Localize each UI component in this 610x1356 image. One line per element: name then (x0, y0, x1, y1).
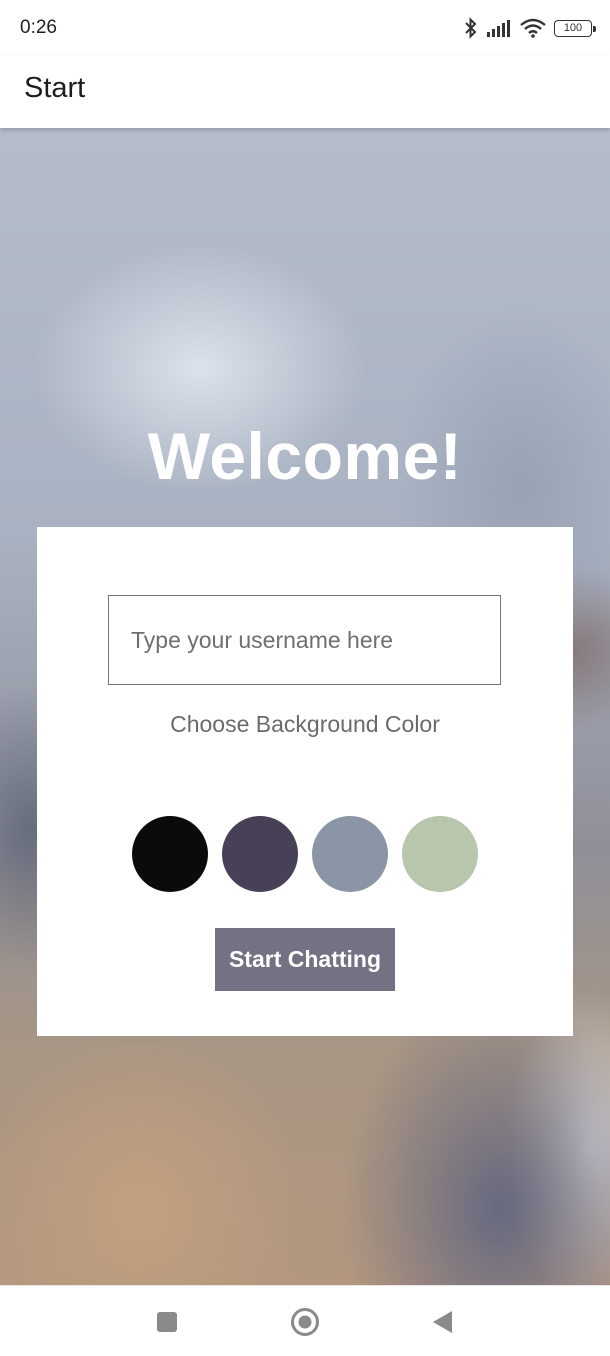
status-time: 0:26 (20, 17, 57, 38)
welcome-heading: Welcome! (147, 419, 463, 493)
page-title: Start (24, 72, 86, 104)
choose-color-label: Choose Background Color (170, 711, 440, 737)
color-swatch-green[interactable] (402, 816, 478, 892)
wifi-icon (520, 18, 546, 38)
app-bar: Start (0, 56, 610, 128)
color-swatch-gray-blue[interactable] (312, 816, 388, 892)
bluetooth-icon (464, 17, 478, 39)
color-swatch-black[interactable] (132, 816, 208, 892)
battery-level: 100 (563, 22, 583, 34)
navigation-bar (0, 1285, 610, 1356)
back-icon[interactable] (426, 1306, 458, 1338)
start-card: Choose Background Color Start Chatting (37, 527, 573, 1036)
status-icons: 100 (464, 15, 596, 41)
username-field[interactable] (108, 595, 501, 685)
color-swatches (132, 816, 478, 892)
recent-apps-icon[interactable] (151, 1306, 183, 1338)
username-input[interactable] (109, 596, 500, 684)
signal-icon (486, 18, 512, 38)
home-icon[interactable] (289, 1306, 321, 1338)
color-swatch-purple[interactable] (222, 816, 298, 892)
status-bar: 0:26 100 (0, 0, 610, 56)
battery-icon: 100 (554, 19, 596, 37)
start-chatting-button[interactable]: Start Chatting (215, 928, 395, 991)
